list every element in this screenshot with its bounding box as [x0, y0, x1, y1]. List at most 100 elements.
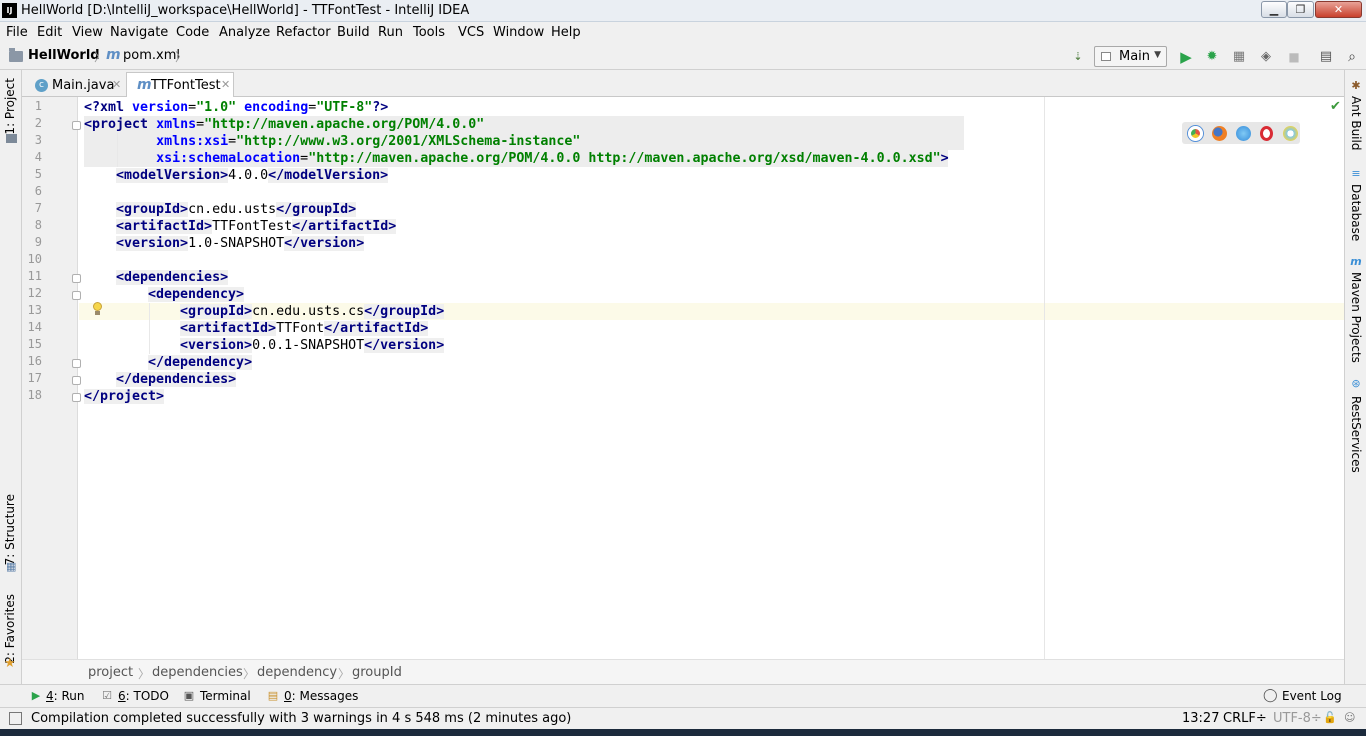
coverage-icon[interactable]: ▦: [1231, 49, 1247, 65]
intention-bulb-icon[interactable]: [92, 302, 103, 316]
breadcrumb-groupid[interactable]: groupId: [352, 665, 402, 680]
tab-main-java[interactable]: c Main.java ✕: [26, 72, 122, 97]
star-icon: ★: [4, 656, 16, 671]
tool-windows-toggle-icon[interactable]: [9, 712, 22, 725]
breadcrumb-dependency[interactable]: dependency: [257, 665, 337, 680]
menu-edit[interactable]: Edit: [37, 25, 62, 40]
fold-marker[interactable]: [72, 393, 81, 402]
event-log-button[interactable]: Event Log: [1282, 689, 1342, 703]
tab-ttfonttest[interactable]: m TTFontTest ✕: [126, 72, 234, 98]
token: <artifactId>: [116, 219, 213, 234]
token: </version>: [284, 236, 365, 251]
profile-icon[interactable]: ◈: [1258, 49, 1274, 65]
project-icon: [6, 134, 17, 143]
chevron-right-icon: 〉: [243, 667, 256, 681]
menu-view[interactable]: View: [72, 25, 103, 40]
menu-code[interactable]: Code: [176, 25, 209, 40]
menu-analyze[interactable]: Analyze: [219, 25, 270, 40]
menu-run[interactable]: Run: [378, 25, 403, 40]
messages-tool-button[interactable]: 0: Messages: [284, 689, 358, 703]
tab-label: Main.java: [52, 78, 115, 93]
firefox-icon[interactable]: [1212, 126, 1227, 141]
close-tab-icon[interactable]: ✕: [221, 78, 230, 91]
opera-icon[interactable]: [1260, 126, 1273, 141]
maven-icon: m: [137, 77, 152, 93]
database-icon: ≡: [1351, 167, 1361, 180]
menu-file[interactable]: File: [6, 25, 28, 40]
token: TTFont: [276, 321, 325, 336]
line-number: 1: [34, 99, 42, 113]
inspector-icon[interactable]: ☺: [1344, 711, 1355, 724]
fold-marker[interactable]: [72, 291, 81, 300]
code-line-15: <version>0.0.1-SNAPSHOT</version>: [180, 337, 445, 354]
maven-projects-tool-tab[interactable]: Maven Projects: [1349, 272, 1363, 363]
chevron-right-icon: 〉: [338, 667, 351, 681]
maximize-button[interactable]: ❐: [1287, 1, 1314, 18]
code-editor[interactable]: 1 2 3 4 5 6 7 8 9 10 11 12 13 14 15 16 1…: [22, 97, 1344, 659]
lock-icon[interactable]: 🔓: [1323, 711, 1337, 724]
chevron-down-icon: ▼: [1154, 50, 1161, 60]
code-line-16: </dependency>: [148, 354, 253, 371]
token: </groupId>: [276, 202, 357, 217]
close-window-button[interactable]: ✕: [1315, 1, 1362, 18]
fold-marker[interactable]: [72, 274, 81, 283]
breadcrumb-dependencies[interactable]: dependencies: [152, 665, 243, 680]
database-tool-tab[interactable]: Database: [1349, 184, 1363, 241]
todo-tool-button[interactable]: 6: TODO: [118, 689, 169, 703]
fold-marker[interactable]: [72, 376, 81, 385]
status-bar: Compilation completed successfully with …: [0, 707, 1366, 729]
project-structure-icon[interactable]: ▤: [1318, 49, 1334, 65]
menu-vcs[interactable]: VCS: [458, 25, 484, 40]
token: "UTF-8": [316, 100, 373, 115]
menu-help[interactable]: Help: [551, 25, 581, 40]
tool-label: : Run: [53, 689, 85, 703]
stop-icon[interactable]: ■: [1286, 49, 1302, 65]
safari-icon[interactable]: [1236, 126, 1251, 141]
project-tool-tab[interactable]: 1: Project: [3, 78, 17, 135]
build-icon[interactable]: ⇣: [1070, 49, 1086, 65]
navigation-bar: HellWorld 〉 m pom.xml 〉 ⇣ Main ▼ ▶ ✹ ▦ ◈…: [0, 44, 1366, 70]
run-icon[interactable]: ▶: [1178, 49, 1194, 65]
breadcrumb-project[interactable]: project: [88, 665, 133, 680]
line-separator[interactable]: CRLF÷: [1223, 711, 1267, 726]
menu-build[interactable]: Build: [337, 25, 370, 40]
menu-window[interactable]: Window: [493, 25, 544, 40]
token: 0.0.1-SNAPSHOT: [252, 338, 365, 353]
line-number: 7: [34, 201, 42, 215]
search-everywhere-icon[interactable]: ⌕: [1344, 49, 1360, 65]
token: </groupId>: [364, 304, 445, 319]
rest-services-icon: ⊛: [1351, 377, 1361, 390]
rest-services-tool-tab[interactable]: RestServices: [1349, 396, 1363, 473]
token: </project>: [84, 389, 165, 404]
close-tab-icon[interactable]: ✕: [112, 78, 121, 91]
token: xsi:schemaLocation: [156, 151, 301, 166]
run-configuration-select[interactable]: Main ▼: [1094, 46, 1167, 67]
fold-marker[interactable]: [72, 359, 81, 368]
debug-icon[interactable]: ✹: [1204, 49, 1220, 65]
chrome-icon[interactable]: [1188, 126, 1203, 141]
tab-label: TTFontTest: [151, 78, 221, 93]
run-tool-button[interactable]: 4: Run: [46, 689, 85, 703]
favorites-tool-tab[interactable]: 2: Favorites: [3, 594, 17, 664]
code-line-5: <modelVersion>4.0.0</modelVersion>: [116, 167, 389, 184]
file-encoding[interactable]: UTF-8÷: [1273, 711, 1322, 726]
minimize-icon: ▁: [1269, 3, 1279, 16]
caret-position[interactable]: 13:27: [1182, 711, 1219, 726]
nav-project[interactable]: HellWorld: [28, 48, 100, 63]
line-number: 15: [27, 337, 42, 351]
fold-marker[interactable]: [72, 121, 81, 130]
menu-tools[interactable]: Tools: [413, 25, 445, 40]
menu-navigate[interactable]: Navigate: [110, 25, 168, 40]
menu-refactor[interactable]: Refactor: [276, 25, 331, 40]
messages-icon: ▤: [267, 689, 279, 702]
token: "http://maven.apache.org/POM/4.0.0 http:…: [308, 151, 941, 166]
tool-label: : Messages: [291, 689, 359, 703]
terminal-tool-button[interactable]: Terminal: [200, 689, 251, 703]
token: <dependency>: [148, 287, 245, 302]
ant-build-tool-tab[interactable]: Ant Build: [1349, 96, 1363, 150]
structure-tool-tab[interactable]: 7: Structure: [3, 494, 17, 565]
status-message[interactable]: Compilation completed successfully with …: [31, 711, 571, 726]
minimize-button[interactable]: ▁: [1261, 1, 1287, 18]
ie-icon[interactable]: [1283, 126, 1298, 141]
nav-file[interactable]: pom.xml: [123, 48, 180, 63]
